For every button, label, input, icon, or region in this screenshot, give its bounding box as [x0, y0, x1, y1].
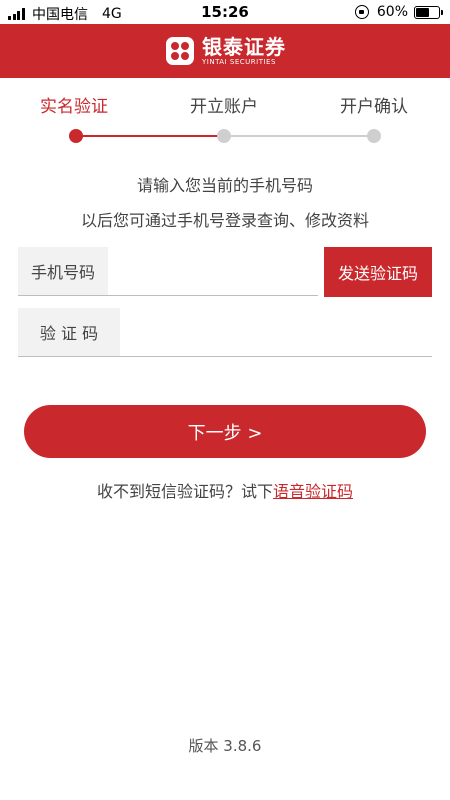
- brand-name: 银泰证券 YINTAI SECURITIES: [202, 36, 286, 67]
- app-header: 银泰证券 YINTAI SECURITIES: [0, 24, 450, 78]
- code-input[interactable]: [120, 308, 432, 356]
- app-version: 版本 3.8.6: [188, 737, 262, 755]
- step-remaining-line: [224, 135, 374, 137]
- phone-label: 手机号码: [18, 247, 108, 295]
- status-right: 60%: [354, 4, 443, 20]
- battery-icon: [414, 5, 443, 19]
- brand-name-en: YINTAI SECURITIES: [202, 57, 276, 66]
- voice-code-hint: 收不到短信验证码？试下语音验证码: [0, 478, 450, 502]
- rotation-lock-icon: [354, 5, 369, 19]
- step-dot-1: [69, 129, 83, 143]
- step-label-open-account: 开立账户: [190, 97, 258, 117]
- step-dot-3: [367, 129, 381, 143]
- instruction-text-2: 以后您可通过手机号登录查询、修改资料: [80, 211, 369, 230]
- voice-code-link[interactable]: 语音验证码: [273, 482, 353, 501]
- brand-name-cn: 银泰证券: [202, 34, 286, 59]
- step-dot-2: [217, 129, 231, 143]
- step-progress-line: [76, 135, 224, 137]
- step-label-confirm: 开户确认: [340, 97, 408, 117]
- phone-row: 手机号码: [18, 247, 318, 296]
- instruction-text-1: 请输入您当前的手机号码: [136, 176, 313, 195]
- step-label-real-name: 实名验证: [40, 97, 108, 117]
- status-bar: 中国电信 4G 15:26 60%: [0, 0, 450, 24]
- send-code-button[interactable]: 发送验证码: [324, 247, 432, 297]
- code-label: 验 证 码: [18, 308, 120, 356]
- battery-percent: 60%: [376, 4, 408, 20]
- phone-input[interactable]: [108, 247, 318, 295]
- code-row: 验 证 码: [18, 308, 432, 357]
- next-step-button[interactable]: 下一步 >: [24, 405, 426, 458]
- brand-logo-icon: [166, 37, 194, 65]
- hint-text: 收不到短信验证码？试下: [96, 482, 273, 501]
